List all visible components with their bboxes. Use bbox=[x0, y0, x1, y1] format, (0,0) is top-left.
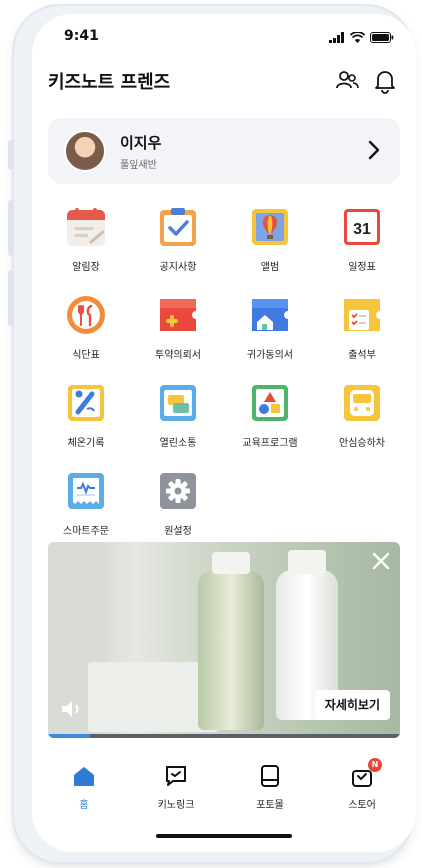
phone-side-button bbox=[8, 270, 14, 326]
close-icon[interactable] bbox=[372, 552, 390, 570]
volume-icon[interactable] bbox=[60, 700, 84, 718]
menu-item-label: 앨범 bbox=[260, 262, 280, 273]
menu-item-announcements[interactable]: 공지사항 bbox=[132, 206, 224, 286]
tab-photomall[interactable]: 포토몰 bbox=[230, 754, 310, 814]
receipt-icon bbox=[68, 473, 104, 509]
utensils-icon bbox=[67, 296, 105, 334]
menu-item-label: 원설정 bbox=[164, 526, 192, 537]
status-icons bbox=[329, 32, 394, 43]
notebook-icon bbox=[67, 208, 105, 246]
wifi-icon bbox=[350, 32, 365, 43]
menu-item-meal-plan[interactable]: 식단표 bbox=[40, 294, 132, 374]
video-progress-fill bbox=[48, 734, 91, 738]
menu-item-return-home-consent[interactable]: 귀가동의서 bbox=[224, 294, 316, 374]
bus-icon bbox=[344, 385, 380, 421]
phone-side-button bbox=[8, 140, 14, 170]
photo-book-icon bbox=[261, 765, 279, 787]
view-details-button[interactable]: 자세히보기 bbox=[314, 690, 390, 720]
class-name: 풀잎새반 bbox=[120, 160, 157, 171]
signal-icon bbox=[329, 32, 344, 43]
app-header: 키즈노트 프렌즈 bbox=[32, 68, 416, 98]
video-progress-bar bbox=[48, 734, 400, 738]
child-profile-card[interactable]: 이지우 풀잎새반 bbox=[48, 118, 400, 184]
house-ticket-icon bbox=[252, 299, 288, 331]
medicine-ticket-icon bbox=[160, 299, 196, 331]
menu-item-center-settings[interactable]: 원설정 bbox=[132, 470, 224, 550]
tab-kinolink[interactable]: 키노링크 bbox=[136, 754, 216, 814]
menu-item-label: 열린소통 bbox=[159, 438, 197, 449]
menu-item-smart-order[interactable]: 스마트주문 bbox=[40, 470, 132, 550]
menu-item-label: 알림장 bbox=[72, 262, 100, 273]
new-badge: N bbox=[368, 758, 382, 772]
menu-item-open-communication[interactable]: 열린소통 bbox=[132, 382, 224, 462]
checkbox-clipboard-icon bbox=[160, 208, 196, 246]
menu-item-education-program[interactable]: 교육프로그램 bbox=[224, 382, 316, 462]
calendar-day: 31 bbox=[353, 221, 371, 238]
balloon-album-icon bbox=[252, 209, 288, 245]
menu-item-label: 출석부 bbox=[348, 350, 376, 361]
link-chat-icon bbox=[166, 766, 186, 786]
attendance-icon bbox=[344, 299, 380, 331]
menu-item-notice-board[interactable]: 알림장 bbox=[40, 206, 132, 286]
menu-item-label: 식단표 bbox=[72, 350, 100, 361]
tab-label: 키노링크 bbox=[157, 800, 195, 811]
status-time: 9:41 bbox=[64, 28, 99, 44]
home-icon bbox=[74, 767, 94, 786]
thermometer-icon bbox=[68, 385, 104, 421]
bell-icon[interactable] bbox=[372, 68, 398, 94]
tab-label: 홈 bbox=[79, 800, 89, 811]
avatar bbox=[64, 130, 106, 172]
menu-item-label: 귀가동의서 bbox=[247, 350, 293, 361]
menu-item-attendance[interactable]: 출석부 bbox=[316, 294, 408, 374]
tab-home[interactable]: 홈 bbox=[44, 754, 124, 814]
banner-bottle-green bbox=[198, 570, 264, 730]
menu-item-safe-shuttle[interactable]: 안심승하차 bbox=[316, 382, 408, 462]
menu-item-label: 스마트주문 bbox=[63, 526, 109, 537]
phone-side-button bbox=[8, 200, 14, 256]
menu-item-label: 일정표 bbox=[348, 262, 376, 273]
menu-item-label: 체온기록 bbox=[67, 438, 105, 449]
chat-board-icon bbox=[160, 385, 196, 421]
people-icon[interactable] bbox=[334, 68, 360, 94]
battery-icon bbox=[370, 32, 394, 43]
calendar-icon: 31 bbox=[344, 209, 380, 245]
tab-label: 스토어 bbox=[348, 800, 376, 811]
banner-bottle-cap bbox=[288, 550, 326, 574]
banner-bottle-cap bbox=[212, 552, 250, 574]
status-bar: 9:41 bbox=[32, 28, 416, 52]
home-indicator bbox=[156, 834, 292, 838]
menu-item-medication-request[interactable]: 투약의뢰서 bbox=[132, 294, 224, 374]
menu-item-temperature-log[interactable]: 체온기록 bbox=[40, 382, 132, 462]
app-title: 키즈노트 프렌즈 bbox=[48, 72, 171, 93]
tab-store[interactable]: N 스토어 bbox=[322, 754, 402, 814]
menu-item-schedule[interactable]: 31 일정표 bbox=[316, 206, 408, 286]
menu-item-album[interactable]: 앨범 bbox=[224, 206, 316, 286]
menu-item-label: 안심승하차 bbox=[339, 438, 385, 449]
app-screen: 9:41 키즈노트 프렌즈 이지우 풀잎새반 알림장 공지사항 앨범 31 일정… bbox=[32, 14, 416, 852]
tab-label: 포토몰 bbox=[256, 800, 284, 811]
shapes-icon bbox=[252, 385, 288, 421]
menu-item-label: 공지사항 bbox=[159, 262, 197, 273]
menu-item-label: 투약의뢰서 bbox=[155, 350, 201, 361]
bottom-tab-bar: 홈 키노링크 포토몰 N 스토어 bbox=[32, 754, 416, 814]
child-name: 이지우 bbox=[120, 134, 162, 152]
chevron-right-icon bbox=[368, 140, 380, 160]
promo-banner[interactable]: 자세히보기 bbox=[48, 542, 400, 738]
menu-item-label: 교육프로그램 bbox=[242, 438, 298, 449]
gear-icon bbox=[160, 473, 196, 509]
